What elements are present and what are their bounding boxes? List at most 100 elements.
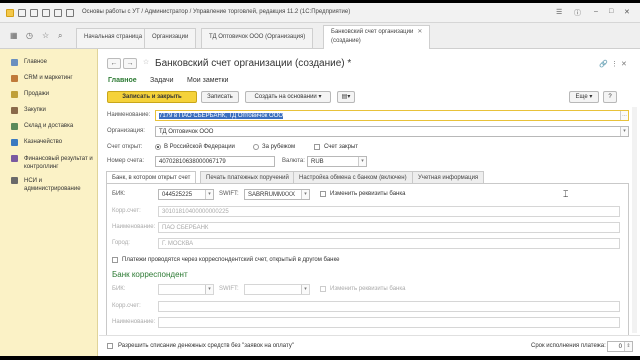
- help-button[interactable]: ?: [603, 91, 617, 103]
- allow-without-requests-checkbox[interactable]: [107, 343, 113, 349]
- subtab-tasks[interactable]: Задачи: [150, 77, 174, 84]
- save-icon[interactable]: [30, 9, 38, 17]
- swift-label: SWIFT:: [219, 191, 239, 197]
- tab-start-page[interactable]: Начальная страница: [76, 28, 151, 48]
- organization-label: Организация:: [107, 128, 145, 134]
- tab-organizations[interactable]: Организации: [144, 28, 197, 48]
- radio-russia[interactable]: [155, 144, 161, 150]
- form-footer: Разрешить списание денежных средств без …: [99, 335, 640, 356]
- dropdown-icon: ▾: [301, 285, 309, 294]
- star-icon[interactable]: ☆: [42, 31, 49, 40]
- bank-panel: БИК: 044525225 ▾ SWIFT: SABRRUMMXXX ▾ Из…: [106, 183, 629, 341]
- info-icon[interactable]: ⓘ: [574, 8, 581, 18]
- subtab-main[interactable]: Главное: [108, 77, 137, 84]
- print-icon[interactable]: [42, 9, 50, 17]
- scrollbar[interactable]: [632, 107, 637, 333]
- radio-abroad-label: За рубежом: [262, 144, 296, 150]
- history-icon[interactable]: [66, 9, 74, 17]
- sidebar-item-crm[interactable]: CRM и маркетинг: [0, 75, 98, 82]
- home-icon: [11, 59, 18, 66]
- payment-term-label: Срок исполнения платежа:: [531, 343, 606, 349]
- forward-button[interactable]: →: [123, 58, 137, 69]
- corr-account-field: 30101810400000000225: [158, 206, 620, 217]
- history-icon[interactable]: ◷: [26, 31, 33, 40]
- print-menu-icon[interactable]: ▤▾: [337, 91, 355, 103]
- via-corr-account-checkbox[interactable]: [112, 257, 118, 263]
- tab-organization[interactable]: ТД Оптовичок ООО (Организация): [201, 28, 314, 48]
- dropdown-icon[interactable]: ▾: [620, 127, 628, 136]
- sidebar-item-sales[interactable]: Продажи: [0, 91, 98, 98]
- bik-label: БИК:: [112, 191, 126, 197]
- corr-corr-account-field: [158, 301, 620, 312]
- favorites-icon[interactable]: [54, 9, 62, 17]
- dropdown-icon[interactable]: ▾: [205, 190, 213, 199]
- back-button[interactable]: ←: [107, 58, 121, 69]
- sidebar-item-treasury[interactable]: Казначейство: [0, 139, 98, 146]
- sidebar-item-purchases[interactable]: Закупки: [0, 107, 98, 114]
- create-based-on-button[interactable]: Создать на основании ▾: [245, 91, 331, 103]
- mouse-cursor-icon: ⌶: [563, 189, 569, 199]
- more-button[interactable]: Еще ▾: [569, 91, 599, 103]
- link-icon[interactable]: 🔗: [599, 60, 608, 68]
- save-button[interactable]: Записать: [201, 91, 239, 103]
- corr-bik-field: ▾: [158, 284, 214, 295]
- bik-field[interactable]: 044525225 ▾: [158, 189, 214, 200]
- dropdown-icon[interactable]: …: [620, 111, 628, 120]
- currency-label: Валюта:: [282, 158, 305, 164]
- bank-name-field: ПАО СБЕРБАНК: [158, 222, 620, 233]
- name-label: Наименование:: [107, 112, 151, 118]
- crm-icon: [11, 75, 18, 82]
- account-opened-label: Счет открыт:: [107, 144, 143, 150]
- allow-without-requests-label: Разрешить списание денежных средств без …: [118, 343, 294, 349]
- corr-change-details-checkbox: [320, 286, 326, 292]
- save-close-button[interactable]: Записать и закрыть: [107, 91, 197, 103]
- account-closed-label: Счет закрыт: [324, 144, 359, 150]
- close-form-icon[interactable]: ✕: [621, 60, 627, 68]
- favorite-star-icon[interactable]: ☆: [139, 58, 153, 69]
- close-tab-icon[interactable]: ✕: [417, 29, 422, 35]
- grid-icon[interactable]: ▦: [10, 31, 18, 40]
- account-number-field[interactable]: 40702810638000067179: [155, 156, 275, 167]
- dropdown-icon[interactable]: ▾: [358, 157, 366, 166]
- window-title: Основы работы с УТ / Администратор / Упр…: [82, 9, 351, 15]
- menu-icon[interactable]: [18, 9, 26, 17]
- payment-term-field[interactable]: 0 ⇕: [607, 341, 633, 352]
- currency-field[interactable]: RUB ▾: [307, 156, 367, 167]
- city-label: Город:: [112, 240, 130, 246]
- page-title: Банковский счет организации (создание) *: [155, 58, 352, 69]
- corr-change-details-label: Изменить реквизиты банка: [330, 286, 406, 292]
- change-bank-details-label: Изменить реквизиты банка: [330, 191, 406, 197]
- close-icon[interactable]: ✕: [624, 8, 630, 16]
- corr-corr-account-label: Корр.счет:: [112, 303, 141, 309]
- finance-icon: [11, 155, 18, 162]
- sidebar-item-warehouse[interactable]: Склад и доставка: [0, 123, 98, 130]
- app-logo-icon: [6, 9, 14, 17]
- maximize-icon[interactable]: □: [609, 8, 613, 15]
- corr-bank-heading: Банк корреспондент: [112, 270, 188, 279]
- radio-abroad[interactable]: [253, 144, 259, 150]
- change-bank-details-checkbox[interactable]: [320, 191, 326, 197]
- name-field[interactable]: 7179 в ПАО СБЕРБАНК, ТД Оптовичок ООО …: [155, 110, 629, 121]
- corr-account-label: Корр.счет:: [112, 208, 141, 214]
- sidebar-item-admin[interactable]: НСИ и администрирование: [0, 177, 98, 193]
- sidebar-item-finance[interactable]: Финансовый результат и контроллинг: [0, 155, 98, 171]
- tab-bank-account-create[interactable]: Банковский счет организации ✕ (создание): [323, 25, 431, 49]
- more-actions-icon[interactable]: ⋮: [611, 60, 618, 68]
- app-window: Основы работы с УТ / Администратор / Упр…: [0, 3, 640, 356]
- city-field: Г. МОСКВА: [158, 238, 620, 249]
- search-icon[interactable]: ⌕: [58, 31, 62, 41]
- corr-bank-name-label: Наименование:: [112, 319, 156, 325]
- corr-bik-label: БИК:: [112, 286, 126, 292]
- swift-field[interactable]: SABRRUMMXXX ▾: [244, 189, 310, 200]
- treasury-icon: [11, 139, 18, 146]
- sidebar-item-main[interactable]: Главное: [0, 59, 98, 66]
- account-number-label: Номер счета:: [107, 158, 145, 164]
- subtab-notes[interactable]: Мои заметки: [187, 77, 228, 84]
- organization-field[interactable]: ТД Оптовичок ООО ▾: [155, 126, 629, 137]
- dropdown-icon[interactable]: ▾: [301, 190, 309, 199]
- account-closed-checkbox[interactable]: [314, 144, 320, 150]
- notifications-icon[interactable]: ☰: [556, 8, 562, 16]
- admin-icon: [11, 177, 18, 184]
- minimize-icon[interactable]: –: [594, 8, 598, 15]
- stepper-icon[interactable]: ⇕: [624, 342, 632, 351]
